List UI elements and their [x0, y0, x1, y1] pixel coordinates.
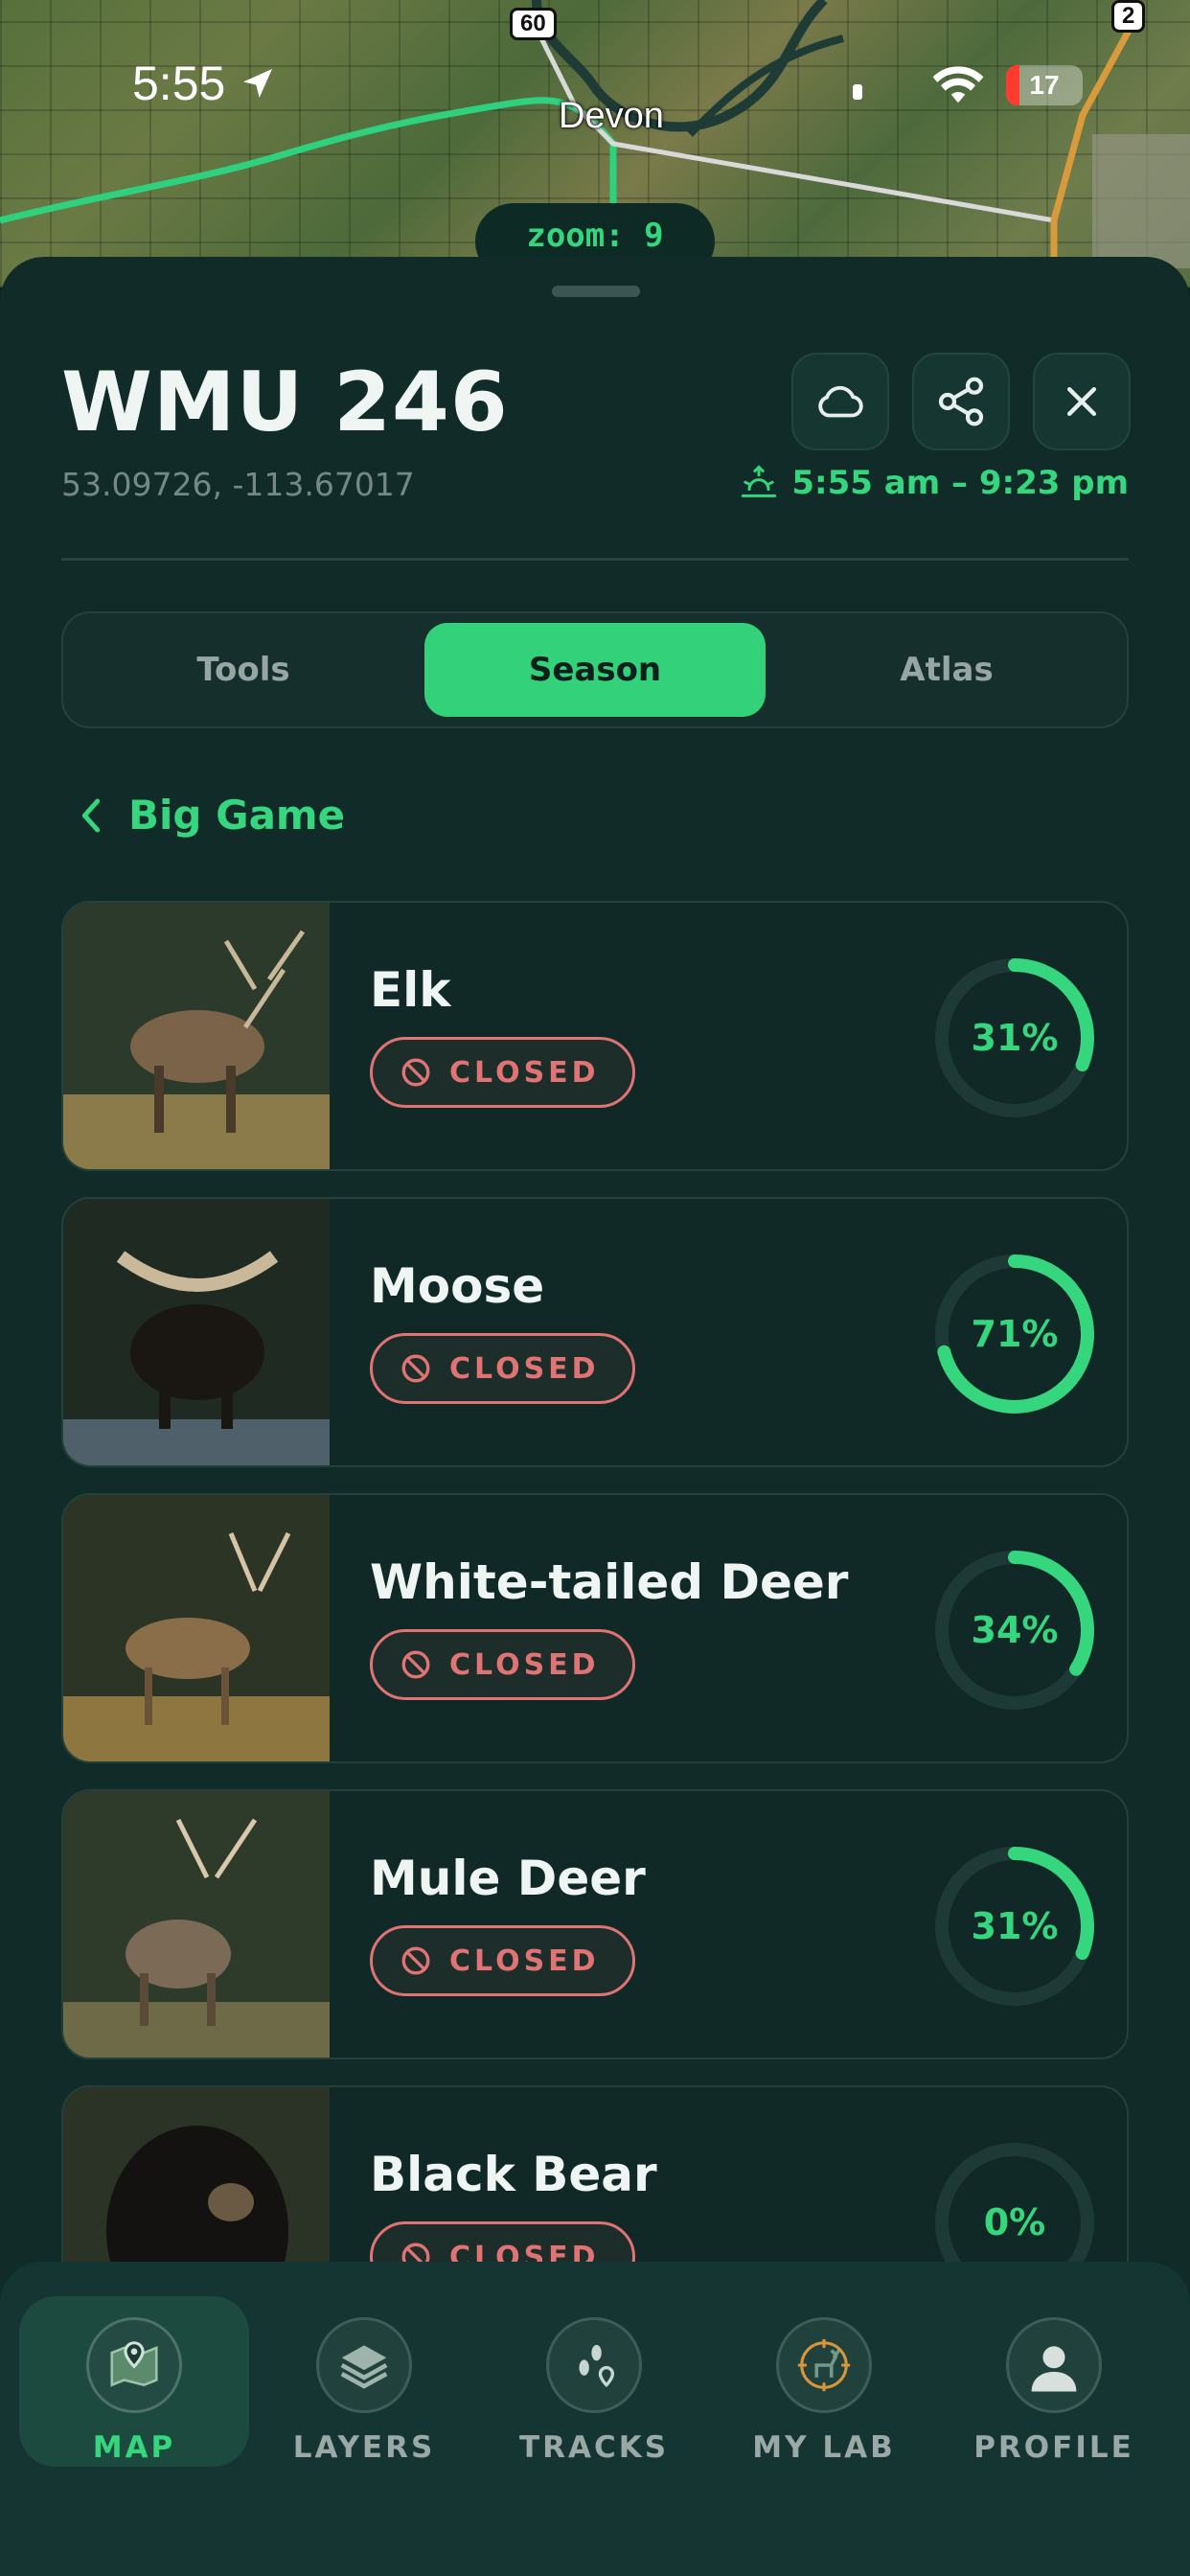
battery-indicator: 17	[1006, 65, 1083, 105]
divider	[61, 558, 1129, 561]
bottom-nav: MAP LAYERS TRACKS MY LAB PROFILE	[0, 2262, 1190, 2576]
tab-atlas[interactable]: Atlas	[776, 623, 1117, 717]
prohibited-icon	[401, 1058, 430, 1087]
back-link-label: Big Game	[128, 792, 346, 839]
species-card[interactable]: Moose CLOSED 71%	[61, 1197, 1129, 1467]
prohibited-icon	[401, 1354, 430, 1383]
species-card[interactable]: White-tailed Deer CLOSED 34%	[61, 1493, 1129, 1763]
nav-map[interactable]: MAP	[19, 2296, 249, 2467]
nav-tracks[interactable]: TRACKS	[479, 2296, 709, 2467]
status-time: 5:55	[132, 56, 277, 111]
sheet-grabber[interactable]	[552, 286, 640, 297]
map-view[interactable]: 5:55 60 2 Devon 17 zoom: 9	[0, 0, 1190, 288]
species-name: Moose	[370, 1258, 545, 1314]
species-card[interactable]: Elk CLOSED 31%	[61, 901, 1129, 1171]
moose-photo	[63, 1199, 330, 1465]
species-card[interactable]: Mule Deer CLOSED 31%	[61, 1789, 1129, 2059]
map-pin-icon	[86, 2317, 182, 2413]
status-badge: CLOSED	[370, 1333, 635, 1404]
route-badge: 2	[1111, 0, 1146, 33]
page-title: WMU 246	[61, 355, 509, 450]
weather-button[interactable]	[791, 353, 889, 450]
close-button[interactable]	[1033, 353, 1131, 450]
sunrise-icon	[742, 465, 777, 497]
tab-tools[interactable]: Tools	[73, 623, 414, 717]
progress-label: 71%	[971, 1313, 1059, 1355]
mule-deer-photo	[63, 1791, 330, 2058]
route-badge: 60	[510, 8, 557, 40]
status-badge: CLOSED	[370, 1037, 635, 1108]
species-name: Mule Deer	[370, 1851, 646, 1906]
species-name: White-tailed Deer	[370, 1554, 849, 1610]
progress-label: 34%	[971, 1609, 1059, 1651]
tab-season[interactable]: Season	[424, 623, 766, 717]
coordinates: 53.09726, -113.67017	[61, 466, 415, 503]
progress-label: 31%	[971, 1905, 1059, 1947]
back-link[interactable]: Big Game	[75, 792, 345, 839]
prohibited-icon	[401, 1650, 430, 1679]
close-icon	[1066, 386, 1097, 417]
cloud-icon	[818, 385, 863, 418]
status-badge: CLOSED	[370, 1925, 635, 1996]
chevron-left-icon	[81, 798, 101, 832]
species-name: Elk	[370, 962, 451, 1018]
nav-my-lab[interactable]: MY LAB	[709, 2296, 939, 2467]
section-tabs: Tools Season Atlas	[61, 611, 1129, 728]
elk-photo	[63, 903, 330, 1169]
signal-icon	[853, 84, 862, 100]
sun-times-text: 5:55 am – 9:23 pm	[791, 464, 1129, 502]
deer-crosshair-icon	[776, 2317, 872, 2413]
share-icon	[938, 377, 984, 426]
species-name: Black Bear	[370, 2147, 657, 2202]
unit-detail-sheet: WMU 246 53.09726, -113.67017 5:55 am – 9…	[0, 257, 1190, 2576]
status-badge: CLOSED	[370, 1629, 635, 1700]
share-button[interactable]	[912, 353, 1010, 450]
person-icon	[1006, 2317, 1102, 2413]
sun-times: 5:55 am – 9:23 pm	[740, 464, 1129, 502]
progress-label: 31%	[971, 1017, 1059, 1059]
nav-profile[interactable]: PROFILE	[939, 2296, 1169, 2467]
town-label: Devon	[559, 96, 664, 136]
prohibited-icon	[401, 1946, 430, 1975]
wifi-icon	[932, 66, 984, 104]
location-arrow-icon	[243, 69, 273, 98]
white-tailed-deer-photo	[63, 1495, 330, 1761]
nav-layers[interactable]: LAYERS	[249, 2296, 479, 2467]
footprints-icon	[546, 2317, 642, 2413]
layers-icon	[316, 2317, 412, 2413]
